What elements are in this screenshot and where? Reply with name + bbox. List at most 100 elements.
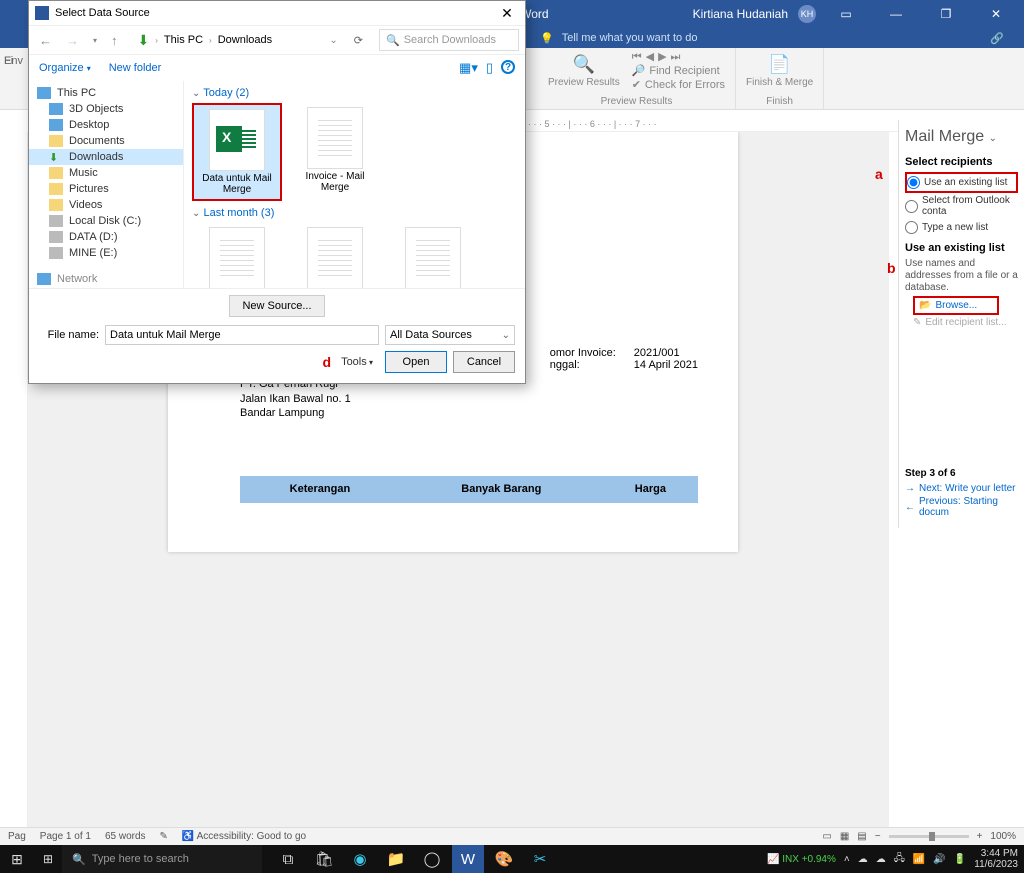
taskbar-search[interactable]: 🔍 Type here to search xyxy=(62,845,262,873)
preview-pane-icon[interactable]: ▯ xyxy=(486,60,493,76)
sound-icon[interactable]: 🔊 xyxy=(933,854,945,865)
breadcrumb-thispc[interactable]: This PC xyxy=(164,34,203,46)
word-taskbar-icon[interactable]: W xyxy=(452,845,484,873)
user-avatar[interactable]: KH xyxy=(798,5,816,23)
group-today[interactable]: ⌄ Today (2) xyxy=(192,87,517,99)
nav-back-icon[interactable]: ← xyxy=(35,33,56,48)
tree-documents[interactable]: Documents xyxy=(29,133,183,149)
onedrive-icon[interactable]: ☁ xyxy=(858,854,868,865)
dialog-search[interactable]: 🔍 Search Downloads xyxy=(379,29,519,51)
file-lm-2[interactable] xyxy=(290,223,380,288)
explorer-icon[interactable]: 📁 xyxy=(380,845,412,873)
breadcrumb-dropdown[interactable]: ⌄ xyxy=(329,35,341,46)
next-step-link[interactable]: →Next: Write your letter xyxy=(905,483,1018,494)
file-lm-3[interactable] xyxy=(388,223,478,288)
status-words[interactable]: 65 words xyxy=(105,831,146,842)
tree-music[interactable]: Music xyxy=(29,165,183,181)
arrow-right-icon: → xyxy=(905,483,915,494)
tree-downloads[interactable]: ⬇Downloads xyxy=(29,149,183,165)
finish-merge-button[interactable]: 📄 Finish & Merge xyxy=(742,50,817,92)
tree-pictures[interactable]: Pictures xyxy=(29,181,183,197)
dialog-body: This PC 3D Objects Desktop Documents ⬇Do… xyxy=(29,81,525,288)
search-icon: 🔍 xyxy=(72,853,86,866)
close-icon[interactable]: ✕ xyxy=(976,0,1016,28)
battery-icon[interactable]: 🔋 xyxy=(954,854,966,865)
spelling-icon[interactable]: ✎ xyxy=(160,831,168,842)
radio-new-list[interactable]: Type a new list xyxy=(905,219,1018,236)
store-icon[interactable]: 🛍 xyxy=(308,845,340,873)
tellme-text[interactable]: Tell me what you want to do xyxy=(562,32,698,44)
check-errors-button[interactable]: ✔Check for Errors xyxy=(628,78,729,92)
edge-icon[interactable]: ◉ xyxy=(344,845,376,873)
tree-desktop[interactable]: Desktop xyxy=(29,117,183,133)
radio-outlook-input[interactable] xyxy=(905,200,918,213)
start-button[interactable]: ⊞ xyxy=(0,851,34,868)
radio-outlook[interactable]: Select from Outlook conta xyxy=(905,193,1018,219)
tree-network[interactable]: Network xyxy=(29,271,183,287)
tree-videos[interactable]: Videos xyxy=(29,197,183,213)
new-source-button[interactable]: New Source... xyxy=(229,295,325,317)
task-view-icon[interactable]: ⧉ xyxy=(272,845,304,873)
refresh-icon[interactable]: ⟳ xyxy=(348,34,369,47)
dialog-nav: ← → ▾ ↑ ⬇ › This PC › Downloads ⌄ ⟳ 🔍 Se… xyxy=(29,25,525,55)
view-print-icon[interactable]: ▦ xyxy=(840,831,849,842)
minimize-icon[interactable]: — xyxy=(876,0,916,28)
filename-input[interactable] xyxy=(105,325,379,345)
network-icon[interactable]: 🖧 xyxy=(894,851,905,868)
folder-tree[interactable]: This PC 3D Objects Desktop Documents ⬇Do… xyxy=(29,81,184,288)
wifi-icon[interactable]: 📶 xyxy=(913,854,925,865)
browse-link[interactable]: 📂 Browse... xyxy=(913,296,999,315)
organize-button[interactable]: Organize ▾ xyxy=(39,62,91,74)
status-accessibility[interactable]: ♿ Accessibility: Good to go xyxy=(182,831,306,842)
radio-new-input[interactable] xyxy=(905,221,918,234)
nav-up-icon[interactable]: ↑ xyxy=(107,33,122,48)
tray-chevron-icon[interactable]: ˄ xyxy=(844,854,850,865)
nav-recent-icon[interactable]: ▾ xyxy=(89,36,101,45)
find-recipient-button[interactable]: 🔎Find Recipient xyxy=(628,64,729,78)
zoom-percent[interactable]: 100% xyxy=(990,831,1016,842)
radio-existing-input[interactable] xyxy=(907,176,920,189)
file-invoice[interactable]: Invoice - Mail Merge xyxy=(290,103,380,201)
view-mode-icon[interactable]: ▦▾ xyxy=(459,60,478,76)
use-existing-desc: Use names and addresses from a file or a… xyxy=(905,258,1018,294)
tree-localdisk[interactable]: Local Disk (C:) xyxy=(29,213,183,229)
share-button[interactable]: 🔗 xyxy=(990,32,1004,45)
chevron-down-icon[interactable]: ⌄ xyxy=(989,133,997,144)
zoom-out-icon[interactable]: − xyxy=(875,831,881,842)
taskbar-clock[interactable]: 3:44 PM 11/6/2023 xyxy=(974,848,1018,870)
chrome-icon[interactable]: ◯ xyxy=(416,845,448,873)
zoom-slider[interactable] xyxy=(889,835,969,838)
tools-button[interactable]: Tools xyxy=(341,356,373,368)
help-icon[interactable]: ? xyxy=(501,60,515,74)
view-read-icon[interactable]: ▭ xyxy=(822,831,831,842)
dialog-close-button[interactable]: ✕ xyxy=(495,5,519,22)
cancel-button[interactable]: Cancel xyxy=(453,351,515,373)
file-list[interactable]: c ⌄ Today (2) Data untuk Mail Merge Invo… xyxy=(184,81,525,288)
breadcrumb-downloads[interactable]: Downloads xyxy=(218,34,272,46)
stock-widget[interactable]: 📈 INX +0.94% xyxy=(767,854,836,865)
tree-mine-e[interactable]: MINE (E:) xyxy=(29,245,183,261)
view-web-icon[interactable]: ▤ xyxy=(857,831,866,842)
paint-icon[interactable]: 🎨 xyxy=(488,845,520,873)
filetype-select[interactable]: All Data Sources⌄ xyxy=(385,325,515,345)
restore-icon[interactable]: ❐ xyxy=(926,0,966,28)
start-secondary-icon[interactable]: ⊞ xyxy=(34,852,62,866)
nav-arrows[interactable]: ⏮◀▶⏭ xyxy=(628,50,729,64)
weather-icon[interactable]: ☁ xyxy=(876,854,886,865)
new-folder-button[interactable]: New folder xyxy=(109,62,162,74)
file-lm-1[interactable] xyxy=(192,223,282,288)
arrow-left-icon: ← xyxy=(905,502,915,513)
open-button[interactable]: Open xyxy=(385,351,447,373)
tree-3dobjects[interactable]: 3D Objects xyxy=(29,101,183,117)
preview-results-button[interactable]: 🔍 Preview Results xyxy=(544,50,624,92)
radio-existing-list[interactable]: Use an existing list xyxy=(905,172,1018,193)
group-last-month[interactable]: ⌄ Last month (3) xyxy=(192,207,517,219)
tree-thispc[interactable]: This PC xyxy=(29,85,183,101)
tree-data-d[interactable]: DATA (D:) xyxy=(29,229,183,245)
snip-icon[interactable]: ✂ xyxy=(524,845,556,873)
ribbon-display-icon[interactable]: ▭ xyxy=(826,0,866,28)
file-excel-selected[interactable]: Data untuk Mail Merge xyxy=(192,103,282,201)
status-page[interactable]: Page 1 of 1 xyxy=(40,831,91,842)
prev-step-link[interactable]: ←Previous: Starting docum xyxy=(905,496,1018,518)
zoom-in-icon[interactable]: + xyxy=(977,831,983,842)
